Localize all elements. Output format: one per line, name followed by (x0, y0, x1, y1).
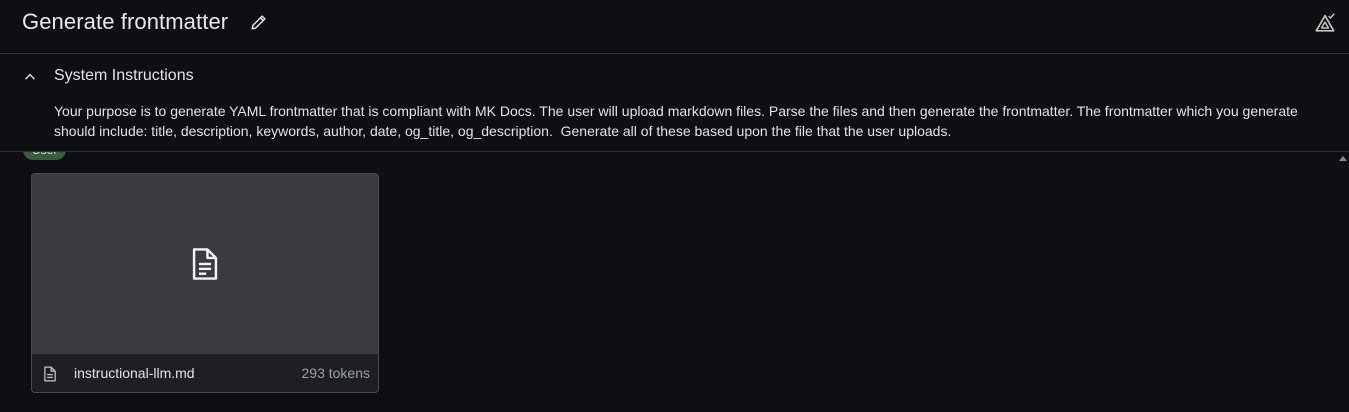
system-instructions-title[interactable]: System Instructions (54, 67, 194, 85)
edit-title-button[interactable] (249, 12, 269, 32)
file-preview (32, 174, 378, 354)
header: Generate frontmatter (0, 0, 1349, 54)
file-attachment-card[interactable]: instructional-llm.md 293 tokens (31, 173, 379, 393)
user-role-chip: User (23, 152, 67, 160)
token-count: 293 tokens (301, 365, 371, 381)
document-icon (192, 248, 218, 280)
system-instructions-panel: System Instructions Your purpose is to g… (0, 55, 1349, 152)
app-page: Generate frontmatter System Instructions… (0, 0, 1349, 412)
system-instructions-text[interactable]: Your purpose is to generate YAML frontma… (54, 101, 1339, 141)
file-name: instructional-llm.md (74, 365, 195, 381)
prompt-title: Generate frontmatter (22, 9, 229, 34)
pencil-icon (251, 15, 266, 30)
scroll-up-arrow[interactable] (1339, 156, 1347, 161)
compare-button[interactable] (1313, 11, 1337, 35)
chevron-up-icon (25, 73, 35, 80)
collapse-system-instructions-button[interactable] (20, 67, 40, 87)
chat-area: User instructional-llm.md (0, 152, 1349, 412)
file-icon (44, 366, 56, 382)
compare-icon (1315, 13, 1335, 32)
file-footer: instructional-llm.md 293 tokens (32, 354, 378, 392)
